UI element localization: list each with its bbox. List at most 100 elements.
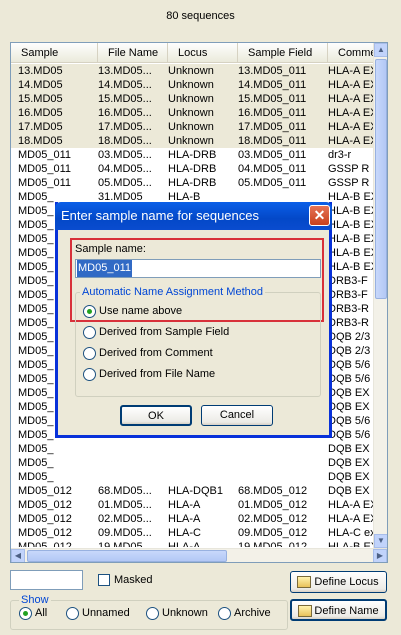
- table-cell: 01.MD05...: [98, 499, 152, 511]
- table-cell: 05.MD05...: [98, 177, 152, 189]
- derived-sample-field-radio[interactable]: [83, 326, 96, 339]
- sample-name-dialog: Enter sample name for sequences ✕ Sample…: [55, 202, 332, 438]
- table-cell: DQB 5/6: [328, 359, 371, 371]
- filter-input[interactable]: [10, 570, 83, 590]
- table-cell: 16.MD05...: [98, 107, 152, 119]
- derived-comment-radio[interactable]: [83, 347, 96, 360]
- masked-checkbox[interactable]: [98, 574, 110, 586]
- derived-file-name-radio[interactable]: [83, 368, 96, 381]
- table-row[interactable]: 16.MD05 16.MD05... Unknown 16.MD05_011 HLA-A…: [11, 106, 376, 120]
- table-cell: DQB EX: [328, 387, 370, 399]
- column-header-file-name[interactable]: File Name: [98, 43, 168, 63]
- table-cell: DQB 5/6: [328, 415, 371, 427]
- show-unknown-radio[interactable]: [146, 607, 159, 620]
- table-cell: 02.MD05...: [98, 513, 152, 525]
- table-cell: 18.MD05_011: [238, 135, 307, 147]
- table-row[interactable]: MD05_ DQB EX: [11, 442, 376, 456]
- table-cell: 14.MD05: [18, 79, 63, 91]
- table-cell: dr3-r: [328, 149, 352, 161]
- table-cell: MD05_: [18, 443, 54, 455]
- masked-label: Masked: [114, 574, 153, 586]
- table-row[interactable]: 13.MD05 13.MD05... Unknown 13.MD05_011 HLA-A…: [11, 64, 376, 78]
- define-name-button[interactable]: Define Name: [290, 599, 387, 621]
- table-cell: 03.MD05_011: [238, 149, 307, 161]
- dialog-title: Enter sample name for sequences: [61, 208, 259, 223]
- horizontal-scroll-thumb[interactable]: [27, 550, 227, 562]
- show-archive-label: Archive: [234, 607, 271, 619]
- column-header-comment[interactable]: Commen: [328, 43, 376, 63]
- table-cell: DQB EX: [328, 457, 370, 469]
- table-cell: MD05_: [18, 471, 54, 483]
- table-cell: DQB EX: [328, 443, 370, 455]
- table-cell: HLA-B EX: [328, 233, 376, 245]
- define-locus-button[interactable]: Define Locus: [290, 571, 387, 593]
- scroll-left-icon[interactable]: ◀: [11, 549, 25, 562]
- table-cell: 13.MD05_011: [238, 65, 307, 77]
- table-row[interactable]: 14.MD05 14.MD05... Unknown 14.MD05_011 HLA-A…: [11, 78, 376, 92]
- table-cell: 18.MD05: [18, 135, 63, 147]
- table-cell: MD05_012: [18, 485, 72, 497]
- table-cell: Unknown: [168, 107, 214, 119]
- dialog-title-bar[interactable]: Enter sample name for sequences ✕: [55, 202, 332, 230]
- column-header-sample-field[interactable]: Sample Field: [238, 43, 328, 63]
- scroll-up-icon[interactable]: ▲: [374, 43, 387, 57]
- ok-button[interactable]: OK: [120, 405, 192, 426]
- table-row[interactable]: MD05_ DQB EX: [11, 470, 376, 484]
- scroll-down-icon[interactable]: ▼: [374, 534, 387, 548]
- table-cell: HLA-B EX: [328, 261, 376, 273]
- table-cell: MD05_012: [18, 527, 72, 539]
- sample-name-input[interactable]: MD05_011: [75, 259, 321, 278]
- sequence-count-label: 80 sequences: [166, 10, 235, 22]
- table-row[interactable]: MD05_011 04.MD05... HLA-DRB 04.MD05_011 GSSP…: [11, 162, 376, 176]
- table-cell: MD05_: [18, 457, 54, 469]
- column-header-sample[interactable]: Sample: [11, 43, 98, 63]
- table-row[interactable]: 18.MD05 18.MD05... Unknown 18.MD05_011 HLA-A…: [11, 134, 376, 148]
- table-row[interactable]: 15.MD05 15.MD05... Unknown 15.MD05_011 HLA-A…: [11, 92, 376, 106]
- table-cell: 15.MD05: [18, 93, 63, 105]
- cancel-button[interactable]: Cancel: [201, 405, 273, 426]
- table-cell: DQB 5/6: [328, 429, 371, 441]
- table-cell: 16.MD05: [18, 107, 63, 119]
- scroll-right-icon[interactable]: ▶: [373, 549, 387, 562]
- show-unnamed-radio[interactable]: [66, 607, 79, 620]
- table-row[interactable]: MD05_ DQB EX: [11, 456, 376, 470]
- table-cell: HLA-DRB: [168, 177, 217, 189]
- close-icon[interactable]: ✕: [309, 205, 330, 226]
- sample-name-label: Sample name:: [75, 243, 146, 255]
- table-cell: GSSP R: [328, 177, 370, 189]
- table-cell: Unknown: [168, 121, 214, 133]
- table-row[interactable]: MD05_012 02.MD05... HLA-A 02.MD05_012 HLA-A …: [11, 512, 376, 526]
- table-cell: 01.MD05_012: [238, 499, 308, 511]
- table-row[interactable]: MD05_012 09.MD05... HLA-C 09.MD05_012 HLA-C …: [11, 526, 376, 540]
- table-cell: Unknown: [168, 135, 214, 147]
- table-row[interactable]: MD05_011 03.MD05... HLA-DRB 03.MD05_011 dr3-…: [11, 148, 376, 162]
- table-cell: DRB3-R: [328, 317, 369, 329]
- table-cell: MD05_012: [18, 513, 72, 525]
- table-cell: HLA-A EX: [328, 121, 376, 133]
- derived-file-name-label: Derived from File Name: [99, 368, 216, 380]
- table-cell: HLA-A EX: [328, 135, 376, 147]
- table-cell: HLA-A EX: [328, 513, 376, 525]
- table-row[interactable]: MD05_011 05.MD05... HLA-DRB 05.MD05_011 GSSP…: [11, 176, 376, 190]
- table-cell: HLA-DRB: [168, 149, 217, 161]
- use-name-above-radio[interactable]: [83, 305, 96, 318]
- horizontal-scrollbar[interactable]: ◀ ▶: [11, 548, 387, 562]
- table-cell: HLA-A: [168, 541, 201, 547]
- table-cell: HLA-C ex: [328, 527, 376, 539]
- table-row[interactable]: MD05_012 19.MD05... HLA-A 19.MD05_012 HLA-B …: [11, 540, 376, 547]
- vertical-scroll-thumb[interactable]: [375, 59, 387, 299]
- table-cell: HLA-A: [168, 513, 201, 525]
- table-row[interactable]: MD05_012 01.MD05... HLA-A 01.MD05_012 HLA-A …: [11, 498, 376, 512]
- table-cell: 09.MD05...: [98, 527, 152, 539]
- show-legend: Show: [19, 594, 51, 606]
- table-cell: HLA-DRB: [168, 163, 217, 175]
- table-row[interactable]: MD05_012 68.MD05... HLA-DQB1 68.MD05_012 DQB…: [11, 484, 376, 498]
- vertical-scrollbar[interactable]: ▲ ▼: [373, 43, 387, 548]
- table-row[interactable]: 17.MD05 17.MD05... Unknown 17.MD05_011 HLA-A…: [11, 120, 376, 134]
- table-cell: DRB3-F: [328, 275, 368, 287]
- show-all-radio[interactable]: [19, 607, 32, 620]
- column-header-locus[interactable]: Locus: [168, 43, 238, 63]
- show-archive-radio[interactable]: [218, 607, 231, 620]
- table-cell: 03.MD05...: [98, 149, 152, 161]
- table-cell: HLA-B EX: [328, 219, 376, 231]
